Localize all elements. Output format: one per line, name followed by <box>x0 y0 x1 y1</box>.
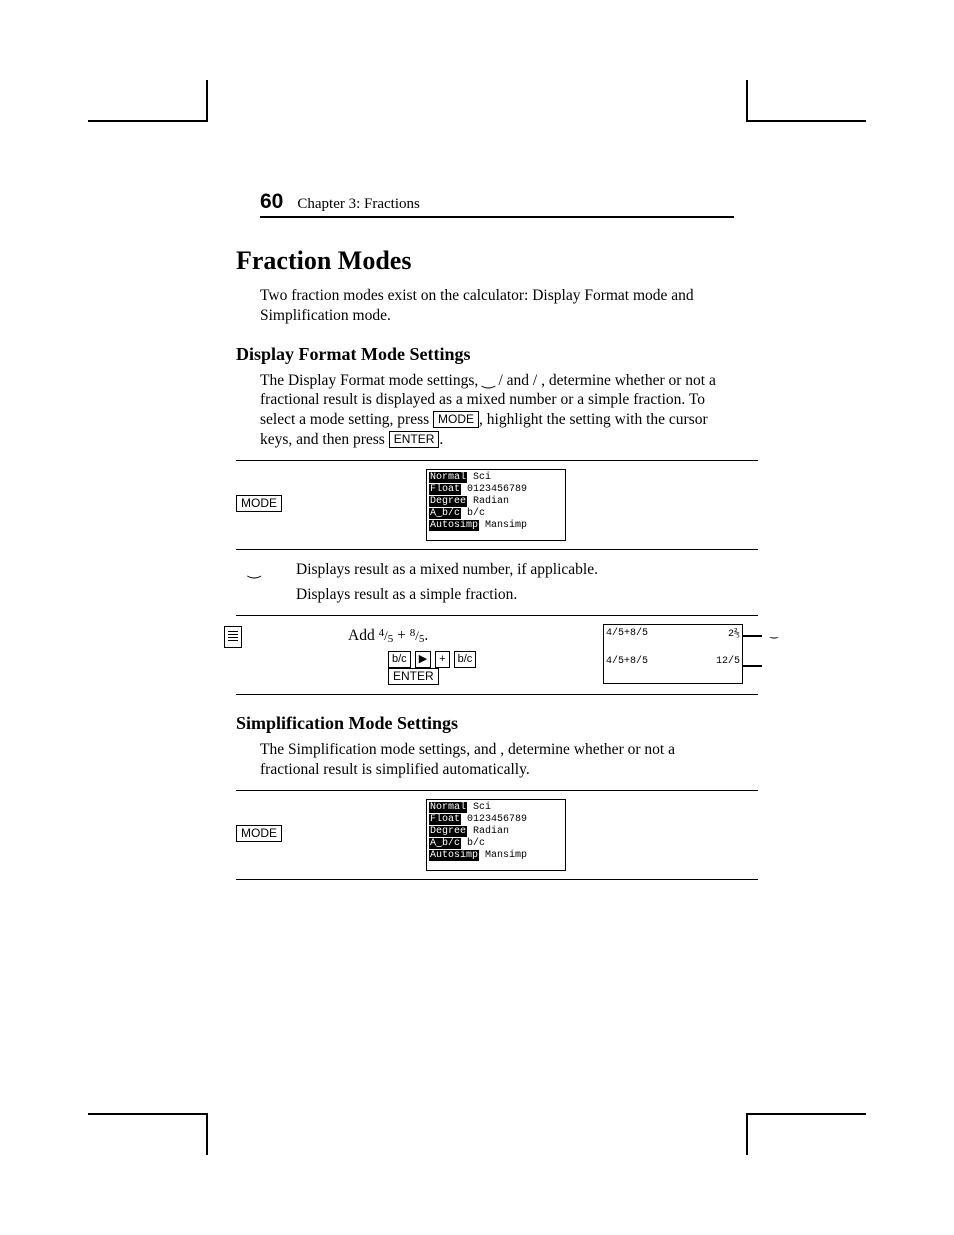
mode-key-label: MODE <box>236 825 282 842</box>
divider <box>236 879 758 880</box>
divider <box>236 694 758 695</box>
mixed-definition: Displays result as a mixed number, if ap… <box>296 561 598 580</box>
mode-key: MODE <box>433 411 479 428</box>
divider <box>236 549 758 550</box>
simple-symbol <box>248 586 272 604</box>
enter-key: ENTER <box>389 431 440 448</box>
running-head: 60 Chapter 3: Fractions <box>260 190 734 218</box>
right-key: ▶ <box>415 651 431 668</box>
bc-key: b/c <box>454 651 477 668</box>
running-title: Chapter 3: Fractions <box>297 196 419 212</box>
plus-key: + <box>435 651 449 668</box>
example-row: Add 4/5 + 8/5. b/c ▶ + b/c ENTER 4/5+8/5… <box>260 624 758 686</box>
definitions-table: ‿ Displays result as a mixed number, if … <box>248 558 758 607</box>
mode-key-label: MODE <box>236 495 282 512</box>
display-format-heading: Display Format Mode Settings <box>236 344 734 365</box>
display-format-paragraph: The Display Format mode settings, ‿ / an… <box>260 371 734 450</box>
simplification-heading: Simplification Mode Settings <box>236 713 734 734</box>
example-screen: 4/5+8/52⅖ 4/5+8/512/5 ‿ <box>603 624 743 684</box>
simple-definition: Displays result as a simple fraction. <box>296 586 517 604</box>
example-text: Add 4/5 + 8/5. <box>348 626 583 646</box>
mode-screen-1: Normal Sci Float 0123456789 Degree Radia… <box>426 469 566 541</box>
pointer-line <box>742 635 762 637</box>
divider <box>236 460 758 461</box>
pointer-line <box>742 665 762 667</box>
section-title: Fraction Modes <box>236 246 734 276</box>
bc-key: b/c <box>388 651 411 668</box>
enter-key: ENTER <box>388 668 439 685</box>
mode-screen-row-2: MODE Normal Sci Float 0123456789 Degree … <box>236 799 734 871</box>
divider <box>236 615 758 616</box>
simplification-paragraph: The Simplification mode settings, and , … <box>260 740 734 780</box>
divider <box>236 790 758 791</box>
mixed-tag: ‿ <box>770 628 778 639</box>
example-icon <box>224 626 242 648</box>
mixed-symbol: ‿ <box>248 561 272 580</box>
mode-screen-row: MODE Normal Sci Float 0123456789 Degree … <box>236 469 734 541</box>
page-number: 60 <box>260 190 283 213</box>
intro-paragraph: Two fraction modes exist on the calculat… <box>260 286 734 326</box>
mode-screen-2: Normal Sci Float 0123456789 Degree Radia… <box>426 799 566 871</box>
